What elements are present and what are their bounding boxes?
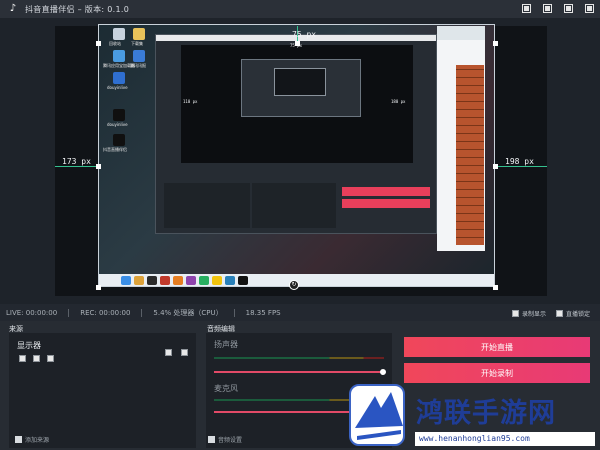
desktop-icon-label: 下载集 [131,41,143,46]
douyin-logo-icon: ♪ [9,3,17,14]
desktop-icon-label: 抖音直播伴侣 [103,147,127,152]
nested-left-measure: 110 px [183,99,198,104]
add-source-label: 添加来源 [25,437,50,444]
lock-toggle[interactable] [33,355,40,362]
start-live-button[interactable]: 开始直播 [404,337,590,357]
resize-handle-top[interactable] [295,41,300,46]
recursive-preview [241,59,361,117]
fps-readout: 18.35 FPS [245,309,281,317]
left-guide-line [55,166,98,167]
status-bar: LIVE: 00:00:00 REC: 00:00:00 5.4% 处理器（CP… [0,305,600,321]
nested-audio-panel [252,183,336,228]
move-down-button[interactable] [181,349,188,356]
window-controls [522,4,594,13]
watermark-overlay: 鸿联手游网 www.henanhonglian95.com [346,382,600,450]
desktop-icon-label: douyinlive [107,85,128,90]
audio-settings-button[interactable]: 音频设置 [208,435,242,444]
record-display-label: 录制显示 [521,311,546,318]
watermark-name: 鸿联手游网 [416,398,556,429]
douyin-icon [113,134,125,146]
checkbox-icon [511,310,519,317]
top-offset-label: 75 px [292,30,317,39]
watermark-url: www.henanhonglian95.com [415,432,595,446]
nested-start-live [342,187,430,196]
scene-lock-checkbox[interactable]: 直播锁定 [555,309,590,318]
app-icon [133,50,145,62]
resize-handle-bottom-left[interactable] [96,285,101,290]
nested-companion-window: 75 px 110 px 180 px [155,34,437,234]
record-display-checkbox[interactable]: 录制显示 [511,309,546,318]
resize-handle-right[interactable] [493,164,498,169]
scene-lock-label: 直播锁定 [565,311,590,318]
speaker-label: 扬声器 [214,340,238,349]
desktop-icon-label: 回收站 [109,41,121,46]
window-title: 抖音直播伴侣 – 版本: 0.1.0 [25,4,130,14]
sources-panel: 显示器 添加来源 [9,333,196,448]
divider [233,309,235,317]
gear-icon [208,436,215,443]
move-up-button[interactable] [165,349,172,356]
resize-handle-top-left[interactable] [96,41,101,46]
rec-timer: REC: 00:00:00 [80,309,131,317]
douyin-icon [238,275,248,285]
recycle-bin-icon [113,28,125,40]
mic-label: 麦克风 [214,384,238,393]
title-bar: ♪ 抖音直播伴侣 – 版本: 0.1.0 [0,0,600,18]
brick-image [456,65,484,245]
nested-sources-panel [164,183,250,228]
app-icon [186,275,196,285]
live-timer: LIVE: 00:00:00 [6,309,58,317]
app-icon [225,275,235,285]
speaker-volume-knob[interactable] [380,369,386,375]
resize-handle-top-right[interactable] [493,41,498,46]
rotate-handle-icon[interactable]: ↻ [289,280,299,290]
settings-toggle[interactable] [47,355,54,362]
folder-icon [133,28,145,40]
close-button[interactable] [585,4,594,13]
resize-handle-bottom-right[interactable] [493,285,498,290]
maximize-button[interactable] [564,4,573,13]
right-guide-line [495,166,547,167]
start-icon [121,275,131,285]
desktop-icon-label: 腾讯讯报 [130,63,146,68]
audio-settings-label: 音频设置 [218,437,243,444]
watermark-logo-icon [349,384,405,446]
divider [141,309,143,317]
app-icon [212,275,222,285]
minimize-button[interactable] [543,4,552,13]
nested-preview: 75 px 110 px 180 px [181,43,413,163]
nested-start-record [342,199,430,208]
nested-right-measure: 180 px [391,99,406,104]
visibility-toggle[interactable] [19,355,26,362]
app-icon [173,275,183,285]
right-offset-label: 198 px [505,157,534,166]
speaker-level-meter [214,357,384,359]
left-offset-label: 173 px [62,157,91,166]
explorer-icon [134,275,144,285]
checkbox-icon [555,310,563,317]
captured-display-source[interactable]: 回收站 下载集 腾讯应用宝加载器 腾讯讯报 douyinlive douyinl… [98,24,495,287]
app-icon [113,72,125,84]
cpu-usage: 5.4% 处理器（CPU） [153,309,223,317]
divider [68,309,70,317]
app-icon [160,275,170,285]
source-item-display[interactable]: 显示器 [17,340,41,351]
speaker-volume-slider[interactable] [214,371,384,373]
browser-toolbar [437,26,485,40]
douyin-icon [113,109,125,121]
desktop-icon-label: douyinlive [107,122,128,127]
app-icon [199,275,209,285]
app-icon [147,275,157,285]
resize-handle-left[interactable] [96,164,101,169]
start-record-button[interactable]: 开始录制 [404,363,590,383]
add-icon [15,436,22,443]
add-source-button[interactable]: 添加来源 [15,435,49,444]
app-icon [113,50,125,62]
pin-icon[interactable] [522,4,531,13]
